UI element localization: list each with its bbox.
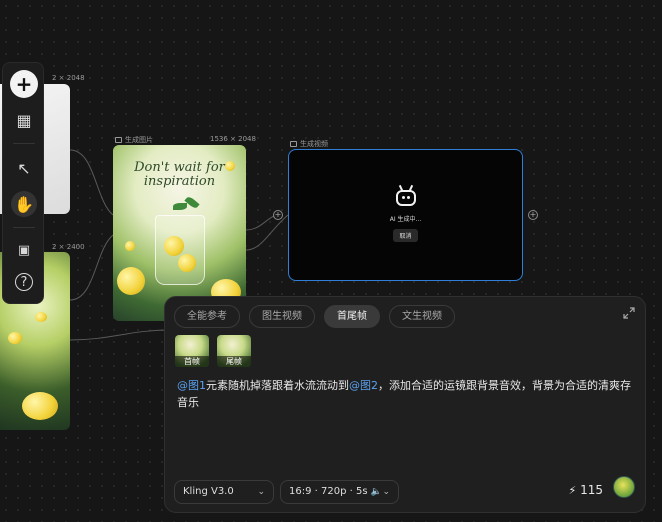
lemon-decor	[22, 392, 58, 420]
mention-image-1: @图1	[177, 379, 206, 392]
help-icon[interactable]: ?	[15, 273, 33, 291]
leaf-decor	[173, 203, 187, 210]
lemon-decor	[8, 332, 22, 344]
tab-first-last-frame[interactable]: 首尾帧	[324, 305, 380, 328]
lemon-decor	[125, 241, 135, 251]
grid-icon[interactable]: ▦	[11, 107, 37, 133]
select-pointer-icon[interactable]: ↖	[11, 155, 37, 181]
cancel-generation-button[interactable]: 取消	[393, 229, 418, 242]
chevron-down-icon: ⌄	[382, 487, 390, 497]
tab-image-to-video[interactable]: 图生视频	[249, 305, 315, 328]
generated-image-card[interactable]: Don't wait for inspiration	[113, 145, 246, 321]
prompt-controls: Kling V3.0 ⌄ 16:9 · 720p · 5s 🔈 ⌄ ⚡ 115	[174, 476, 635, 504]
generation-status: AI 生成中...	[389, 216, 422, 223]
video-node-title: 生成视频	[290, 139, 328, 149]
last-frame-thumb[interactable]: 尾帧	[217, 335, 251, 367]
tab-text-to-video[interactable]: 文生视频	[389, 305, 455, 328]
tab-all-reference[interactable]: 全能参考	[174, 305, 240, 328]
lemon-decor	[117, 267, 145, 295]
video-icon	[290, 141, 297, 147]
prompt-input[interactable]: @图1元素随机掉落跟着水流流动到@图2，添加合适的运镜跟背景音效，背景为合适的清…	[177, 377, 639, 411]
lemon-decor	[225, 161, 235, 171]
main-card-title: 生成图片	[115, 135, 153, 145]
credits-count: ⚡ 115	[568, 483, 603, 497]
video-input-port[interactable]: +	[273, 210, 283, 220]
ai-bot-icon	[395, 190, 416, 206]
video-output-port[interactable]: +	[528, 210, 538, 220]
glass-decor	[155, 215, 205, 285]
generate-video-node[interactable]: AI 生成中... 取消	[288, 149, 523, 281]
left-top-card-size: 2 × 2048	[52, 74, 85, 82]
lemon-decor	[35, 312, 47, 322]
prompt-panel: 全能参考 图生视频 首尾帧 文生视频 首帧 尾帧 @图1元素随机掉落跟着水流流动…	[164, 296, 646, 513]
add-node-button[interactable]: +	[10, 70, 38, 98]
audio-icon: 🔈	[370, 487, 382, 497]
image-icon	[115, 137, 122, 143]
mode-tabs: 全能参考 图生视频 首尾帧 文生视频	[174, 305, 455, 328]
chevron-down-icon: ⌄	[257, 487, 265, 497]
generate-button[interactable]	[613, 476, 635, 498]
toolbar-divider	[13, 143, 35, 144]
left-toolbar: + ▦ ↖ ✋ ▣ ?	[2, 62, 44, 304]
model-select[interactable]: Kling V3.0 ⌄	[174, 480, 274, 504]
frame-thumbnails: 首帧 尾帧	[175, 335, 251, 367]
expand-icon[interactable]	[623, 307, 635, 319]
left-bottom-card-size: 2 × 2400	[52, 243, 85, 251]
hand-pan-icon[interactable]: ✋	[11, 191, 37, 217]
first-frame-thumb[interactable]: 首帧	[175, 335, 209, 367]
video-settings-select[interactable]: 16:9 · 720p · 5s 🔈 ⌄	[280, 480, 399, 504]
main-card-size: 1536 × 2048	[210, 135, 256, 143]
lightning-icon: ⚡	[568, 484, 577, 497]
toolbar-divider	[13, 227, 35, 228]
assets-icon[interactable]: ▣	[11, 237, 37, 263]
mention-image-2: @图2	[349, 379, 378, 392]
